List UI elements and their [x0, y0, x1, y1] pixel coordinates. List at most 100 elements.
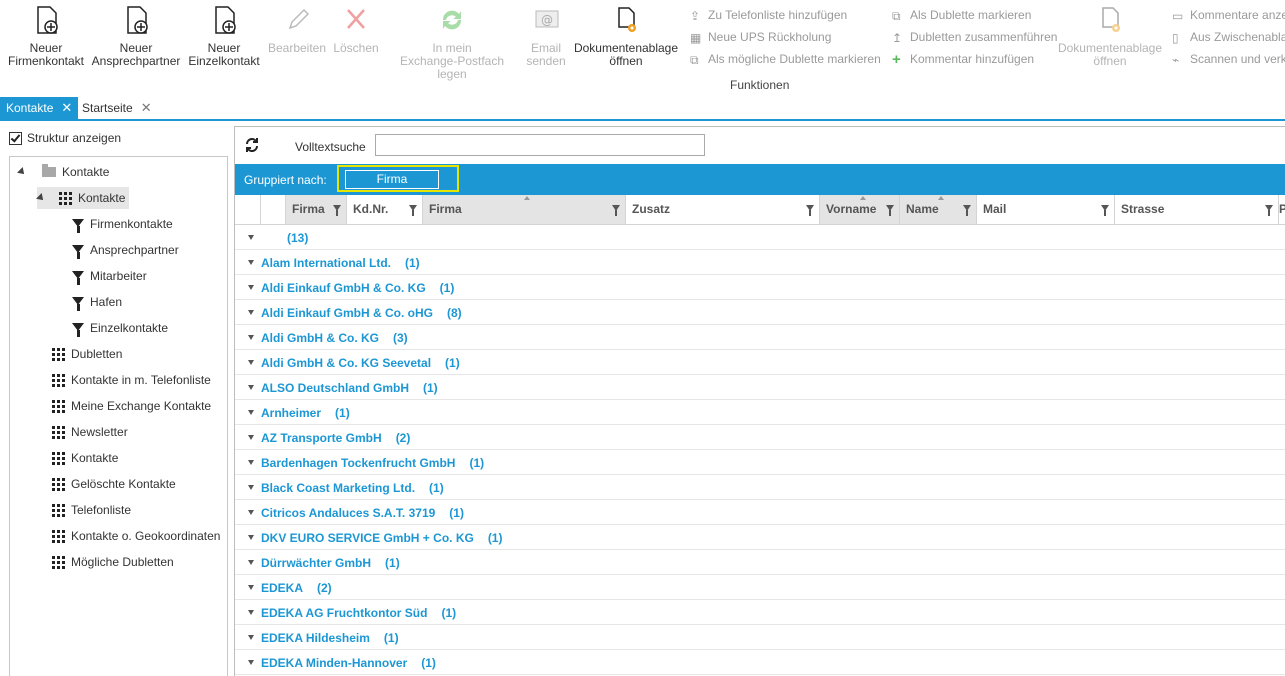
from-clipboard-action[interactable]: ▯ Aus Zwischenabla [1172, 30, 1285, 45]
group-row[interactable]: AZ Transporte GmbH (2) [235, 425, 1285, 450]
group-row[interactable]: EDEKA (2) [235, 575, 1285, 600]
column-header-firma-group[interactable]: Firma [286, 195, 347, 224]
column-header-kdnr[interactable]: Kd.Nr. [347, 195, 423, 224]
tree-node-ohne-geokoordinaten[interactable]: Kontakte o. Geokoordinaten [52, 525, 220, 547]
filter-icon[interactable] [612, 205, 620, 216]
collapse-icon[interactable] [248, 560, 254, 565]
exchange-mailbox-button[interactable]: In mein Exchange-Postfach legen [384, 4, 520, 81]
filter-icon[interactable] [1265, 205, 1273, 216]
tree-node-kontakte-root[interactable]: Kontakte [17, 161, 109, 183]
show-structure-checkbox[interactable]: Struktur anzeigen [9, 131, 121, 145]
collapse-icon[interactable] [248, 235, 254, 240]
group-row[interactable]: (13) [235, 225, 1285, 250]
filter-icon[interactable] [963, 205, 971, 216]
collapse-icon[interactable] [248, 635, 254, 640]
show-comments-action[interactable]: ▭ Kommentare anze [1172, 8, 1285, 23]
fulltext-search-input[interactable] [375, 134, 705, 156]
tree-node-telefonliste-kontakte[interactable]: Kontakte in m. Telefonliste [52, 369, 211, 391]
tree-node-einzelkontakte[interactable]: Einzelkontakte [72, 317, 168, 339]
group-row[interactable]: EDEKA AG Fruchtkontor Süd (1) [235, 600, 1285, 625]
group-row[interactable]: EDEKA Hildesheim (1) [235, 625, 1285, 650]
group-row[interactable]: Aldi Einkauf GmbH & Co. oHG (8) [235, 300, 1285, 325]
new-ups-return-action[interactable]: ▦ Neue UPS Rückholung [690, 30, 831, 45]
tree-node-exchange-kontakte[interactable]: Meine Exchange Kontakte [52, 395, 211, 417]
column-header-zusatz[interactable]: Zusatz [626, 195, 820, 224]
column-header-strasse[interactable]: Strasse [1115, 195, 1279, 224]
tab-kontakte[interactable]: Kontakte ✕ [0, 97, 79, 119]
collapse-icon[interactable] [248, 535, 254, 540]
group-row[interactable]: Aldi GmbH & Co. KG Seevetal (1) [235, 350, 1285, 375]
tree-node-firmenkontakte[interactable]: Firmenkontakte [72, 213, 173, 235]
filter-icon[interactable] [409, 205, 417, 216]
collapse-icon[interactable] [248, 335, 254, 340]
collapse-icon[interactable] [248, 610, 254, 615]
expand-icon[interactable] [36, 193, 46, 203]
collapse-icon[interactable] [248, 585, 254, 590]
group-row[interactable]: EDEKA Minden-Hannover (1) [235, 650, 1285, 675]
edit-button[interactable]: Bearbeiten [266, 4, 328, 55]
open-document-storage-button[interactable]: Dokumentenablage öffnen [572, 4, 680, 68]
tree-node-geloeschte-kontakte[interactable]: Gelöschte Kontakte [52, 473, 176, 495]
group-row[interactable]: Black Coast Marketing Ltd. (1) [235, 475, 1285, 500]
column-header-vorname[interactable]: Vorname [820, 195, 900, 224]
tree-node-telefonliste[interactable]: Telefonliste [52, 499, 131, 521]
new-company-contact-button[interactable]: Neuer Firmenkontakt [4, 4, 88, 68]
collapse-icon[interactable] [248, 360, 254, 365]
collapse-icon[interactable] [248, 310, 254, 315]
collapse-icon[interactable] [248, 410, 254, 415]
column-header-p[interactable]: P [1279, 195, 1285, 224]
group-row[interactable]: Dürrwächter GmbH (1) [235, 550, 1285, 575]
mark-duplicate-action[interactable]: ⧉ Als Dublette markieren [892, 8, 1031, 23]
filter-icon[interactable] [886, 205, 894, 216]
tree-node-dubletten[interactable]: Dubletten [52, 343, 122, 365]
add-to-phone-list-action[interactable]: ⇪ Zu Telefonliste hinzufügen [690, 8, 847, 23]
group-row[interactable]: Arnheimer (1) [235, 400, 1285, 425]
group-row[interactable]: DKV EURO SERVICE GmbH + Co. KG (1) [235, 525, 1285, 550]
column-header-mail[interactable]: Mail [977, 195, 1115, 224]
collapse-icon[interactable] [248, 435, 254, 440]
expand-icon[interactable] [17, 167, 27, 177]
send-email-button[interactable]: @ Email senden [522, 4, 570, 68]
column-header-name[interactable]: Name [900, 195, 977, 224]
collapse-icon[interactable] [248, 260, 254, 265]
group-row[interactable]: Aldi Einkauf GmbH & Co. KG (1) [235, 275, 1285, 300]
new-single-contact-button[interactable]: Neuer Einzelkontakt [186, 4, 262, 68]
filter-icon[interactable] [806, 205, 814, 216]
filter-icon[interactable] [1101, 205, 1109, 216]
tree-node-kontakte-2[interactable]: Kontakte [52, 447, 118, 469]
refresh-icon[interactable] [243, 136, 261, 154]
tree-node-kontakte[interactable]: Kontakte [36, 187, 130, 209]
group-row[interactable]: Bardenhagen Tockenfrucht GmbH (1) [235, 450, 1285, 475]
new-contact-person-button[interactable]: Neuer Ansprechpartner [90, 4, 182, 68]
close-icon[interactable]: ✕ [61, 97, 72, 119]
collapse-icon[interactable] [248, 460, 254, 465]
collapse-icon[interactable] [248, 660, 254, 665]
add-comment-action[interactable]: + Kommentar hinzufügen [892, 52, 1034, 67]
collapse-icon[interactable] [248, 385, 254, 390]
delete-button[interactable]: Löschen [330, 4, 382, 55]
collapse-icon[interactable] [248, 485, 254, 490]
tree-node-mitarbeiter[interactable]: Mitarbeiter [72, 265, 147, 287]
collapse-icon[interactable] [248, 510, 254, 515]
merge-duplicates-action[interactable]: ↥ Dubletten zusammenführen [892, 30, 1057, 45]
tree-node-label: Kontakte in m. Telefonliste [71, 373, 211, 387]
scan-action[interactable]: ⌁ Scannen und verk [1172, 52, 1285, 67]
tree-node-moegliche-dubletten[interactable]: Mögliche Dubletten [52, 551, 174, 573]
collapse-icon[interactable] [248, 285, 254, 290]
group-row[interactable]: Alam International Ltd. (1) [235, 250, 1285, 275]
tree-node-newsletter[interactable]: Newsletter [52, 421, 128, 443]
open-document-storage-button-2[interactable]: Dokumentenablage öffnen [1056, 4, 1164, 68]
mark-possible-duplicate-action[interactable]: ⧉ Als mögliche Dublette markieren [690, 52, 881, 67]
group-row[interactable]: Aldi GmbH & Co. KG (3) [235, 325, 1285, 350]
group-chip-firma[interactable]: Firma [345, 170, 439, 189]
mark-possible-duplicate-icon: ⧉ [690, 52, 699, 67]
tree-node-ansprechpartner[interactable]: Ansprechpartner [72, 239, 179, 261]
tab-startseite[interactable]: Startseite ✕ [76, 97, 158, 119]
column-header-firma[interactable]: Firma [423, 195, 626, 224]
group-row[interactable]: Citricos Andaluces S.A.T. 3719 (1) [235, 500, 1285, 525]
tree-node-hafen[interactable]: Hafen [72, 291, 122, 313]
checkbox-checked[interactable] [9, 131, 22, 145]
close-icon[interactable]: ✕ [141, 97, 152, 119]
group-row[interactable]: ALSO Deutschland GmbH (1) [235, 375, 1285, 400]
filter-icon[interactable] [333, 205, 341, 216]
